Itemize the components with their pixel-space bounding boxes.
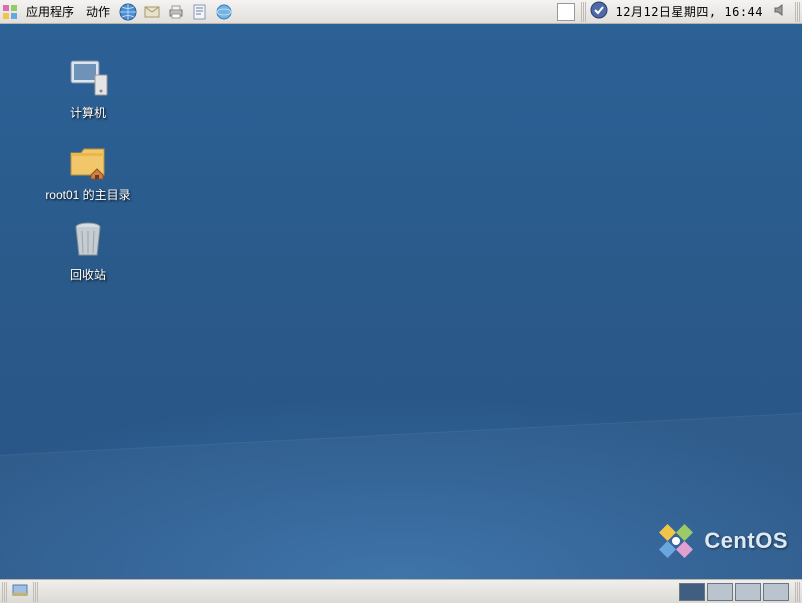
desktop-icon-label: 计算机 xyxy=(28,104,148,121)
trash-icon xyxy=(28,216,148,264)
clock-text: 12月12日星期四, 16:44 xyxy=(616,5,763,19)
panel-grip-bl xyxy=(2,582,7,602)
desktop-icon-trash[interactable]: 回收站 xyxy=(28,216,148,283)
centos-brand-text: CentOS xyxy=(704,528,788,554)
panel-grip xyxy=(581,2,586,22)
centos-logo: CentOS xyxy=(656,521,788,561)
help-icon xyxy=(215,3,233,21)
panel-grip-bl2 xyxy=(33,582,38,602)
panel-grip-br xyxy=(795,582,800,602)
centos-emblem-icon xyxy=(656,521,696,561)
panel-grip-right xyxy=(795,2,800,22)
workspace-3[interactable] xyxy=(735,583,761,601)
volume-icon[interactable] xyxy=(773,2,789,21)
workspace-4[interactable] xyxy=(763,583,789,601)
launcher-help[interactable] xyxy=(213,1,235,23)
home-folder-icon xyxy=(28,136,148,184)
clock[interactable]: 12月12日星期四, 16:44 xyxy=(610,3,769,20)
launcher-editor[interactable] xyxy=(189,1,211,23)
workspace-2[interactable] xyxy=(707,583,733,601)
bottom-panel xyxy=(0,579,802,603)
launcher-print[interactable] xyxy=(165,1,187,23)
actions-menu[interactable]: 动作 xyxy=(80,0,116,24)
launcher-mail[interactable] xyxy=(141,1,163,23)
desktop-icon-computer[interactable]: 计算机 xyxy=(28,54,148,121)
desktop-icon-home[interactable]: root01 的主目录 xyxy=(28,136,148,203)
desktop-icon-label: 回收站 xyxy=(28,266,148,283)
globe-icon xyxy=(119,3,137,21)
editor-icon xyxy=(191,3,209,21)
launcher-browser[interactable] xyxy=(117,1,139,23)
applications-menu[interactable]: 应用程序 xyxy=(20,0,80,24)
printer-icon xyxy=(167,3,185,21)
workspace-1[interactable] xyxy=(679,583,705,601)
top-panel: 应用程序 动作 12月12日星期四, 16:44 xyxy=(0,0,802,24)
update-icon[interactable] xyxy=(590,1,608,22)
computer-icon xyxy=(28,54,148,102)
main-menu-icon[interactable] xyxy=(2,4,18,20)
workspace-switcher xyxy=(679,583,789,601)
tray-indicator[interactable] xyxy=(557,3,575,21)
mail-icon xyxy=(143,3,161,21)
actions-menu-label: 动作 xyxy=(86,3,110,20)
desktop-icon-label: root01 的主目录 xyxy=(28,186,148,203)
show-desktop-button[interactable] xyxy=(11,581,29,602)
applications-menu-label: 应用程序 xyxy=(26,3,74,20)
desktop[interactable]: 计算机 root01 的主目录 回收站 CentOS xyxy=(0,24,802,579)
